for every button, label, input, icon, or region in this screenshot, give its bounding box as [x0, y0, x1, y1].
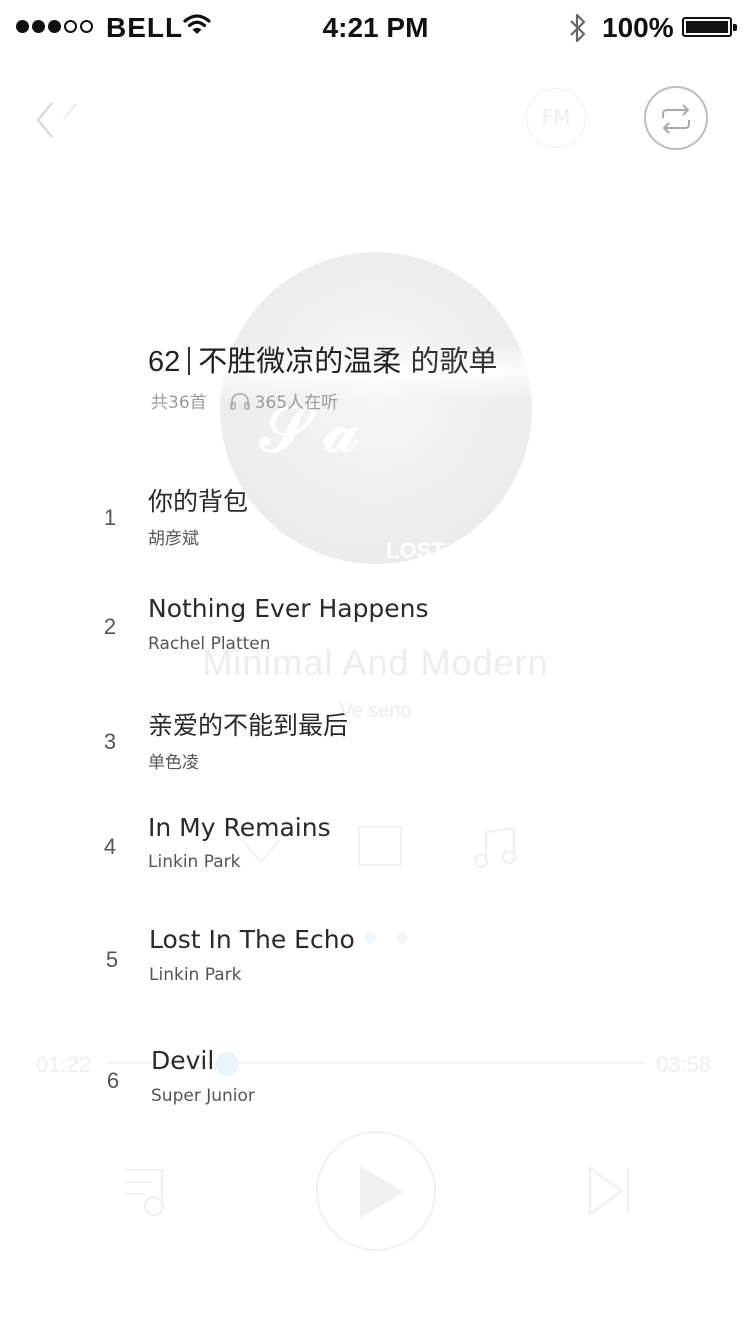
song-count: 共36首 [151, 393, 207, 413]
song-artist: Linkin Park [149, 965, 242, 985]
fm-button[interactable]: FM [526, 88, 586, 148]
song-title: Lost In The Echo [149, 925, 355, 954]
song-artist: Super Junior [151, 1086, 255, 1106]
fm-label: FM [541, 105, 571, 129]
next-track-icon [589, 1166, 629, 1216]
battery-percent: 100% [602, 12, 674, 43]
song-index: 1 [103, 505, 117, 530]
song-title: Nothing Ever Happens [148, 594, 429, 623]
song-index: 2 [103, 614, 117, 639]
playlist-name: 不胜微凉的温柔 [198, 344, 402, 378]
song-index: 6 [106, 1068, 120, 1093]
song-artist: Rachel Platten [148, 634, 271, 654]
back-button[interactable] [30, 95, 80, 145]
headphones-icon [229, 392, 250, 410]
repeat-icon [662, 104, 690, 134]
song-row-2[interactable]: 2 Nothing Ever Happens Rachel Platten [0, 592, 751, 672]
play-icon [360, 1166, 404, 1218]
play-button-ring [316, 1131, 436, 1251]
song-row-4[interactable]: 4 In My Remains Linkin Park [0, 811, 751, 891]
title-divider [188, 347, 191, 375]
playlist-meta: 共36首 365人在听 [151, 388, 338, 413]
bluetooth-icon [566, 12, 590, 51]
song-row-5[interactable]: 5 Lost In The Echo Linkin Park [0, 923, 751, 1003]
song-index: 5 [105, 947, 119, 972]
playlist-number: 62 [148, 346, 181, 378]
song-artist: 胡彦斌 [148, 529, 199, 549]
listener-count: 365人在听 [254, 393, 339, 413]
song-title: 你的背包 [148, 487, 249, 516]
song-title: Devil [151, 1046, 215, 1075]
song-title: 亲爱的不能到最后 [148, 711, 349, 740]
song-row-1[interactable]: 1 你的背包 胡彦斌 [0, 480, 751, 560]
song-row-3[interactable]: 3 亲爱的不能到最后 单色凌 [0, 706, 751, 786]
playlist-title: 62 不胜微凉的温柔 的歌单 [148, 338, 498, 380]
song-artist: 单色凌 [148, 753, 199, 773]
song-index: 4 [103, 834, 117, 859]
battery-icon [682, 17, 737, 37]
playlist-header: 62 不胜微凉的温柔 的歌单 共36首 365人在听 [148, 338, 498, 413]
song-title: In My Remains [148, 813, 331, 842]
playlist-suffix: 的歌单 [410, 344, 498, 378]
song-row-6[interactable]: 6 Devil Super Junior [0, 1044, 751, 1124]
status-bar: BELL 4:21 PM 100% [0, 0, 751, 56]
playlist-icon [126, 1169, 164, 1216]
loop-mode-button[interactable] [644, 86, 708, 150]
song-index: 3 [103, 729, 117, 754]
song-artist: Linkin Park [148, 852, 241, 872]
chevron-left-icon [36, 102, 77, 138]
